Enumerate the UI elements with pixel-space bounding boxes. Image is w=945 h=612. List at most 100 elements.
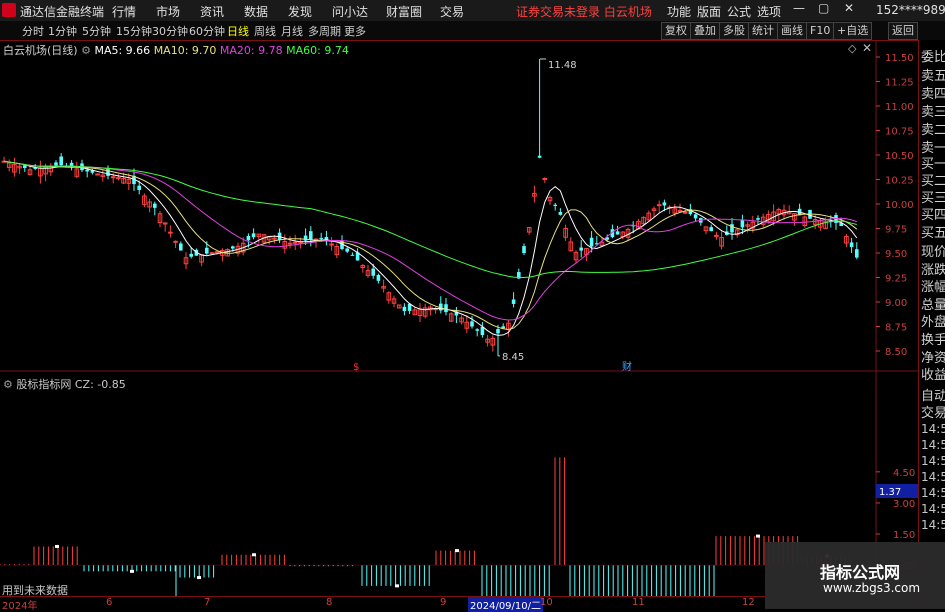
candles	[1, 58, 859, 356]
date-label: 6	[106, 597, 113, 608]
candle-body	[693, 214, 698, 219]
candle-body	[209, 252, 215, 255]
candle-body	[173, 240, 178, 243]
menu-discover[interactable]: 发现	[288, 3, 312, 20]
quote-label: 现价	[921, 245, 945, 260]
candle-body	[656, 204, 662, 207]
candlestick-chart[interactable]: 11.50 11.25 11.00 10.75 10.50 10.25 10.00 9.75 9…	[0, 40, 918, 372]
price-tick-label: 10.75	[885, 127, 914, 138]
tick-time: 14:56	[921, 518, 945, 532]
candle-body	[137, 185, 141, 191]
indicator-dot	[395, 584, 399, 588]
adjust-button[interactable]: 复权	[661, 22, 691, 40]
candle-body	[470, 321, 474, 327]
candle-body	[542, 178, 548, 181]
candle-body	[496, 329, 500, 334]
price-tick-label: 11.25	[885, 78, 914, 89]
quote-label: 卖五	[921, 69, 945, 84]
date-label: 12	[742, 597, 755, 608]
add-watch-button[interactable]: +自选	[833, 22, 873, 40]
candle-body	[345, 248, 349, 252]
menu-layout[interactable]: 版面	[697, 3, 721, 20]
overlay-button[interactable]: 叠加	[690, 22, 720, 40]
candle-body	[85, 169, 89, 172]
candle-body	[309, 231, 313, 240]
f10-button[interactable]: F10	[806, 22, 835, 40]
indicator-dot	[252, 553, 256, 557]
indicator-tick-label: 4.50	[893, 468, 915, 479]
login-notice[interactable]: 证券交易未登录 白云机场	[516, 3, 652, 20]
price-tick-label: 9.25	[885, 274, 907, 285]
tab-weekly[interactable]: 周线	[254, 23, 276, 39]
candle-body	[756, 218, 760, 220]
menu-news[interactable]: 资讯	[200, 3, 224, 20]
menu-data[interactable]: 数据	[244, 3, 268, 20]
tick-time: 14:56	[921, 470, 945, 484]
candle-body	[54, 162, 58, 166]
candle-body	[95, 173, 100, 176]
candle-body	[231, 246, 235, 249]
candle-body	[714, 234, 719, 237]
maximize-icon[interactable]: ▢	[818, 1, 829, 15]
candle-body	[214, 251, 220, 254]
back-button[interactable]: 返回	[888, 22, 918, 40]
menu-market[interactable]: 市场	[156, 3, 180, 20]
tab-60min[interactable]: 60分钟	[189, 23, 225, 39]
close-icon[interactable]: ✕	[844, 1, 854, 15]
price-tick-label: 8.50	[885, 347, 907, 358]
stats-button[interactable]: 统计	[748, 22, 778, 40]
tab-1min[interactable]: 1分钟	[48, 23, 77, 39]
menu-options[interactable]: 选项	[757, 3, 781, 20]
trade-label[interactable]: 交易	[921, 402, 945, 421]
indicator-dot	[130, 569, 134, 573]
candle-body	[682, 211, 688, 214]
price-tick-label: 9.00	[885, 298, 907, 309]
tick-time: 14:56	[921, 502, 945, 516]
tab-30min[interactable]: 30分钟	[152, 23, 188, 39]
candle-body	[522, 246, 526, 253]
tab-15min[interactable]: 15分钟	[116, 23, 152, 39]
tab-monthly[interactable]: 月线	[281, 23, 303, 39]
candle-body	[402, 306, 407, 312]
candle-body	[329, 243, 334, 246]
tab-timeshare[interactable]: 分时	[22, 23, 44, 39]
date-label: 10	[540, 597, 553, 608]
multi-stock-button[interactable]: 多股	[719, 22, 749, 40]
menu-ask[interactable]: 问小达	[332, 3, 368, 20]
quote-panel: 委比 卖五 卖四 卖三 卖二 卖一 买一 买二 买三 买四 买五 现价 涨跌 涨…	[918, 40, 945, 609]
menu-trade[interactable]: 交易	[440, 3, 464, 20]
candle-body	[730, 224, 734, 233]
tab-more[interactable]: 更多	[344, 23, 366, 39]
indicator-dot	[55, 544, 59, 548]
candle-body	[246, 236, 251, 241]
candle-body	[444, 304, 448, 313]
watermark-url: www.zbgs3.com	[823, 581, 921, 595]
date-label: 8	[326, 597, 333, 608]
candle-body	[251, 233, 256, 238]
high-price-label: 11.48	[548, 60, 577, 71]
quote-label: 买四	[921, 208, 945, 223]
candle-body	[287, 242, 293, 245]
marker-finance: 财	[622, 360, 632, 372]
price-tick-label: 11.50	[885, 53, 914, 64]
candle-body	[589, 237, 594, 247]
tick-time: 14:56	[921, 422, 945, 436]
price-tick-label: 9.50	[885, 249, 907, 260]
menu-wealth[interactable]: 财富圈	[386, 3, 422, 20]
minimize-icon[interactable]: —	[793, 1, 805, 15]
price-tick-label: 9.75	[885, 225, 907, 236]
menu-function[interactable]: 功能	[667, 3, 691, 20]
tab-daily[interactable]: 日线	[227, 23, 249, 39]
menu-quotes[interactable]: 行情	[112, 3, 136, 20]
candle-body	[189, 253, 193, 257]
indicator-tick-label: 3.00	[893, 499, 915, 510]
tab-5min[interactable]: 5分钟	[82, 23, 111, 39]
user-account[interactable]: 152****9892	[876, 3, 945, 17]
menu-formula[interactable]: 公式	[727, 3, 751, 20]
app-logo-icon	[2, 3, 16, 17]
indicator-tick-label: 1.50	[893, 530, 915, 541]
price-tick-label: 10.25	[885, 176, 914, 187]
candle-body	[371, 268, 375, 276]
tab-multi[interactable]: 多周期	[308, 23, 341, 39]
draw-button[interactable]: 画线	[777, 22, 807, 40]
